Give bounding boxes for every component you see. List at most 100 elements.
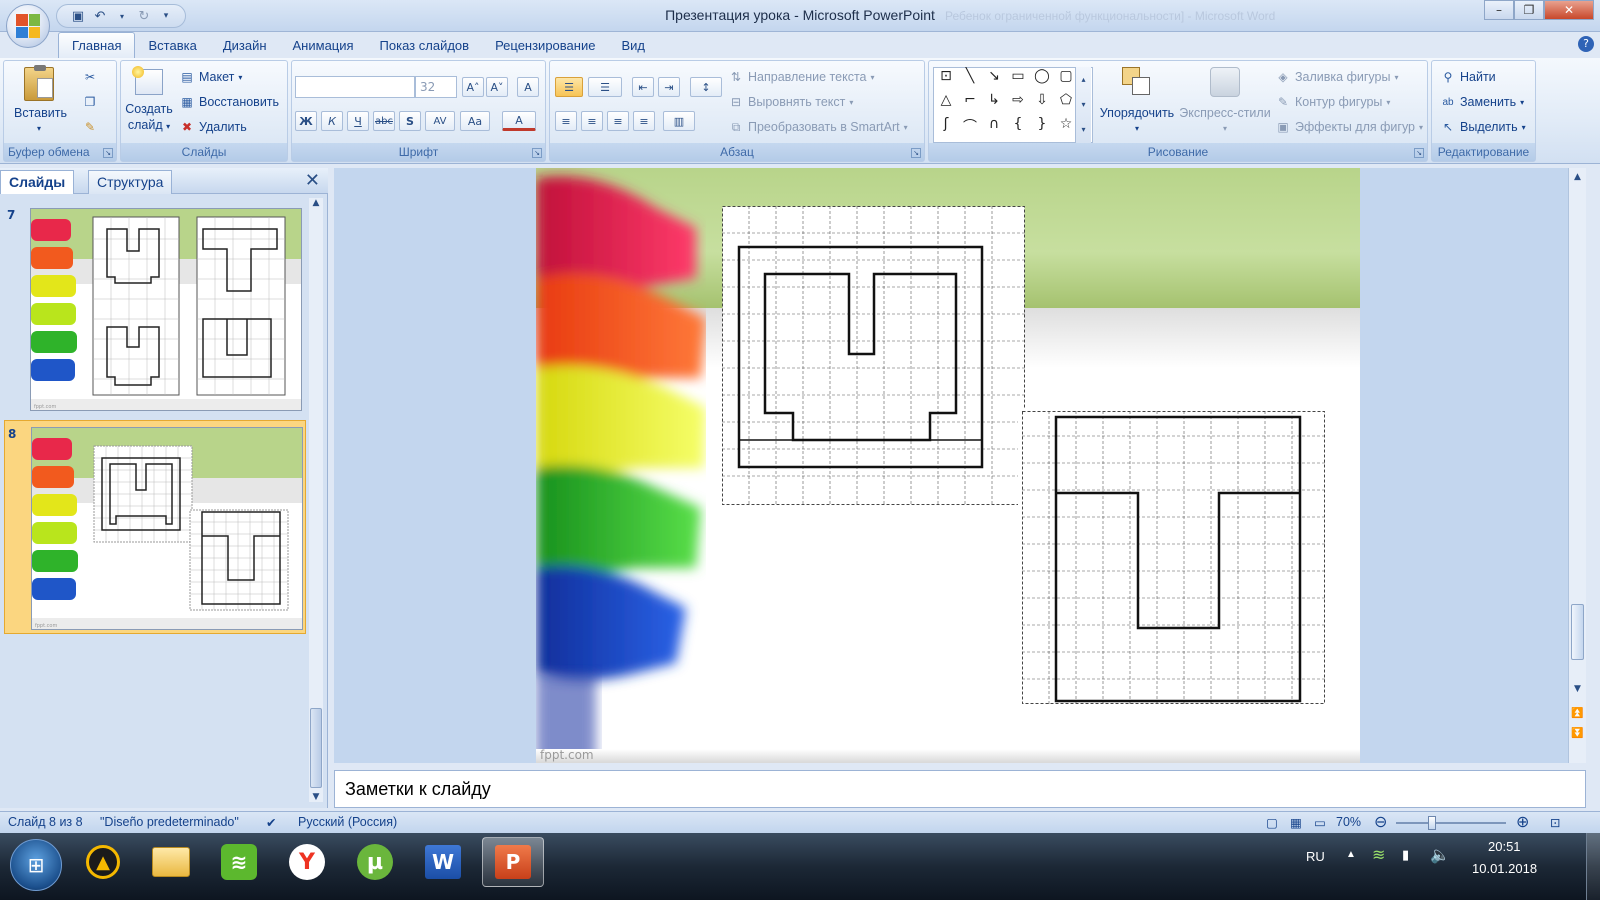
curve-shape-icon[interactable]: ∩ [982,116,1006,140]
tab-view[interactable]: Вид [608,34,658,58]
language-status[interactable]: Русский (Россия) [298,815,397,829]
italic-button[interactable]: К [321,111,343,131]
scroll-down-arrow-icon[interactable]: ▼ [1569,684,1586,694]
arc-shape-icon[interactable]: ⌒ [958,116,982,140]
shape-fill-button[interactable]: ◈ Заливка фигуры ▾ [1275,69,1398,85]
select-button[interactable]: ↖ Выделить ▾ [1440,119,1526,135]
text-direction-button[interactable]: ⇅ Направление текста ▾ [728,69,875,85]
right-arrow-shape-icon[interactable]: ⇨ [1006,92,1030,116]
tab-design[interactable]: Дизайн [210,34,280,58]
numbering-button[interactable]: ☰ [588,77,622,97]
scroll-up-arrow-icon[interactable]: ▲ [309,198,323,208]
increase-indent-button[interactable]: ⇥ [658,77,680,97]
elbow-connector-icon[interactable]: ⌐ [958,92,982,116]
slideshow-view-icon[interactable]: ▭ [1314,815,1326,830]
tab-insert[interactable]: Вставка [135,34,209,58]
font-name-combo[interactable] [295,76,415,98]
taskbar-app-wifi[interactable]: ≋ [208,837,270,887]
clear-format-button[interactable]: A [517,77,539,97]
oval-shape-icon[interactable]: ◯ [1030,68,1054,92]
taskbar-app-powerpoint[interactable]: P [482,837,544,887]
bullets-button[interactable]: ☰ [555,77,583,97]
align-right-button[interactable]: ≡ [607,111,629,131]
theme-name[interactable]: "Diseño predeterminado" [100,815,239,829]
chevron-down-icon[interactable]: ▾ [113,7,131,25]
font-launcher-icon[interactable]: ↘ [532,148,542,158]
volume-icon[interactable]: 🔈 [1430,845,1450,865]
taskbar-app-utorrent[interactable]: µ [344,837,406,887]
slides-pane-scrollbar[interactable]: ▲ ▼ [309,198,323,802]
delete-slide-button[interactable]: ✖ Удалить [179,119,247,135]
clipboard-launcher-icon[interactable]: ↘ [103,148,113,158]
close-button[interactable]: ✕ [1544,0,1594,20]
zoom-slider-thumb[interactable] [1428,816,1436,830]
zoom-level[interactable]: 70% [1336,815,1361,829]
close-pane-icon[interactable]: ✕ [305,170,320,191]
clock-time[interactable]: 20:51 [1488,839,1521,854]
undo-icon[interactable]: ↶ [91,7,109,25]
taskbar-app-yandex[interactable]: Y [276,837,338,887]
clock-date[interactable]: 10.01.2018 [1472,861,1537,876]
customize-qat-icon[interactable]: ▾ [157,7,175,25]
notes-pane[interactable]: Заметки к слайду [334,770,1586,808]
shapes-gallery-scroll[interactable]: ▴ ▾ ▾ [1075,67,1091,143]
current-slide[interactable]: fppt.com [536,168,1360,763]
reset-button[interactable]: ▦ Восстановить [179,94,279,110]
line-shape-icon[interactable]: ╲ [958,68,982,92]
next-slide-icon[interactable]: ⏬ [1569,728,1586,739]
strikethrough-button[interactable]: abc [373,111,395,131]
change-case-button[interactable]: Aa [460,111,490,131]
minimize-button[interactable]: – [1484,0,1514,20]
replace-button[interactable]: ab Заменить ▾ [1440,94,1524,110]
paragraph-launcher-icon[interactable]: ↘ [911,148,921,158]
decrease-indent-button[interactable]: ⇤ [632,77,654,97]
scroll-down-arrow-icon[interactable]: ▼ [309,792,323,802]
taskbar-app-aimp[interactable]: ▲ [72,837,134,887]
scroll-thumb[interactable] [310,708,322,788]
arrange-button[interactable]: Упорядочить ▾ [1097,67,1177,137]
show-hidden-icons-icon[interactable]: ▲ [1346,849,1356,860]
taskbar-app-explorer[interactable] [140,837,202,887]
shrink-font-button[interactable]: A ˅ [486,77,508,97]
save-icon[interactable]: ▣ [69,7,87,25]
previous-slide-icon[interactable]: ⏫ [1569,708,1586,719]
arrow-line-shape-icon[interactable]: ↘ [982,68,1006,92]
drawing-launcher-icon[interactable]: ↘ [1414,148,1424,158]
layout-button[interactable]: ▤ Макет ▾ [179,69,242,85]
tab-review[interactable]: Рецензирование [482,34,608,58]
find-button[interactable]: ⚲ Найти [1440,69,1496,85]
help-icon[interactable]: ? [1578,36,1594,52]
grow-font-button[interactable]: A ˄ [462,77,484,97]
signal-icon[interactable]: ▮ [1402,847,1409,863]
scroll-up-arrow-icon[interactable]: ▲ [1569,172,1586,182]
zoom-in-icon[interactable]: ⊕ [1516,812,1529,832]
scroll-thumb[interactable] [1571,604,1584,660]
slide-thumbnail-8[interactable]: 8 fppt.com [4,420,306,634]
zoom-slider[interactable] [1396,822,1506,824]
convert-smartart-button[interactable]: ⧉ Преобразовать в SmartArt ▾ [728,119,908,135]
quick-styles-button[interactable]: Экспресс-стили ▾ [1179,67,1271,137]
notes-placeholder[interactable]: Заметки к слайду [345,779,491,800]
tab-outline-pane[interactable]: Структура [88,170,173,194]
language-indicator[interactable]: RU [1306,849,1325,864]
normal-view-icon[interactable]: ▢ [1266,815,1278,830]
left-brace-shape-icon[interactable]: { [1006,116,1030,140]
fit-to-window-icon[interactable]: ⊡ [1550,815,1560,830]
tab-slides-pane[interactable]: Слайды [0,170,75,194]
rectangle-shape-icon[interactable]: ▭ [1006,68,1030,92]
taskbar-app-word[interactable]: W [412,837,474,887]
font-color-button[interactable]: A [502,111,536,131]
zoom-out-icon[interactable]: ⊖ [1374,812,1387,832]
show-desktop-button[interactable] [1586,833,1600,900]
slide-thumbnail-7[interactable]: 7 fppt.com [4,202,306,416]
shadow-button[interactable]: S [399,111,421,131]
restore-button[interactable]: ❐ [1514,0,1544,20]
wifi-tray-icon[interactable]: ≋ [1372,845,1385,865]
shape-effects-button[interactable]: ▣ Эффекты для фигур ▾ [1275,119,1423,135]
textbox-shape-icon[interactable]: ⊡ [934,68,958,92]
shapes-gallery[interactable]: ⊡ ╲ ↘ ▭ ◯ ▢ △ ⌐ ↳ ⇨ ⇩ ⬠ ʃ ⌒ ∩ { } ☆ [933,67,1093,143]
tab-animation[interactable]: Анимация [280,34,367,58]
font-size-combo[interactable]: 32 [415,76,457,98]
justify-button[interactable]: ≡ [633,111,655,131]
shape-outline-button[interactable]: ✎ Контур фигуры ▾ [1275,94,1390,110]
